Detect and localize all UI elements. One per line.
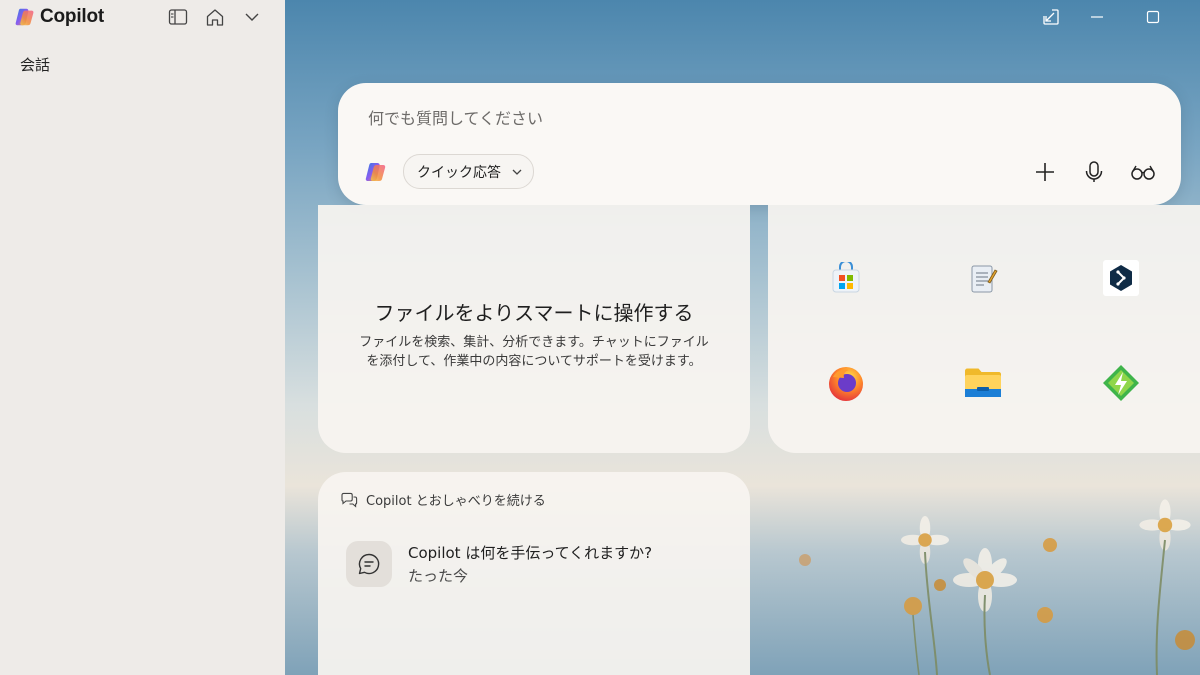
app-notepad[interactable]	[963, 258, 1003, 298]
conversations-heading: 会話	[20, 56, 51, 74]
chat-item-title: Copilot は何を手伝ってくれますか?	[408, 544, 653, 562]
prompt-input[interactable]	[368, 105, 1128, 131]
minimize-button[interactable]	[1085, 6, 1109, 28]
lightning-diamond-icon	[1103, 365, 1139, 401]
notepad-icon	[971, 265, 998, 293]
chat-bubbles-icon	[341, 492, 358, 508]
deepl-icon	[1103, 260, 1139, 296]
microphone-icon	[1085, 161, 1103, 182]
app-microsoft-store[interactable]	[826, 258, 866, 298]
add-attachment-button[interactable]	[1029, 157, 1061, 187]
app-deepl[interactable]	[1101, 258, 1141, 298]
home-button[interactable]	[203, 6, 227, 28]
response-mode-label: クイック応答	[417, 164, 501, 181]
app-firefox[interactable]	[826, 363, 866, 403]
home-icon	[206, 8, 224, 26]
app-launcher[interactable]	[1101, 363, 1141, 403]
prompt-composer: クイック応答	[338, 83, 1181, 205]
copilot-logo-icon	[15, 8, 34, 26]
microsoft-store-icon	[832, 262, 860, 293]
main-area: クイック応答 ファイルをより	[285, 0, 1200, 675]
arrow-in-box-icon	[1043, 9, 1059, 25]
files-card-title: ファイルをよりスマートに操作する	[374, 301, 694, 325]
sidebar-toggle-button[interactable]	[166, 6, 190, 28]
copilot-button[interactable]	[362, 159, 390, 185]
recent-chats-card: Copilot とおしゃべりを続ける Copilot は何を手伝ってくれますか?…	[318, 472, 750, 675]
chat-bubble-icon	[358, 553, 380, 575]
compact-mode-button[interactable]	[1039, 6, 1063, 28]
apps-card	[768, 205, 1200, 453]
files-card-description-line: を添付して、作業中の内容についてサポートを受けます。	[366, 354, 702, 369]
voice-input-button[interactable]	[1078, 157, 1110, 187]
copilot-logo-icon	[365, 163, 386, 181]
maximize-button[interactable]	[1141, 6, 1165, 28]
app-file-explorer[interactable]	[963, 363, 1003, 403]
response-mode-dropdown[interactable]: クイック応答	[403, 154, 534, 189]
recent-chats-header: Copilot とおしゃべりを続ける	[340, 490, 546, 509]
minimize-icon	[1091, 16, 1103, 18]
chevron-down-icon	[245, 13, 259, 21]
files-card-description-line: ファイルを検索、集計、分析できます。チャットにファイル	[359, 335, 709, 350]
chevron-down-icon	[512, 169, 522, 175]
vision-button[interactable]	[1127, 157, 1159, 187]
sidebar-panel-icon	[168, 9, 188, 25]
recent-chats-title: Copilot とおしゃべりを続ける	[366, 494, 546, 509]
chat-item-time: たった今	[408, 567, 469, 585]
chat-history-item[interactable]: Copilot は何を手伝ってくれますか? たった今	[346, 538, 726, 590]
expand-menu-button[interactable]	[240, 6, 264, 28]
files-card-description: ファイルを検索、集計、分析できます。チャットにファイル を添付して、作業中の内容…	[350, 333, 718, 371]
brand[interactable]: Copilot	[14, 6, 104, 28]
maximize-icon	[1146, 10, 1160, 24]
sidebar: Copilot 会話	[0, 0, 285, 675]
folder-icon	[965, 368, 1001, 397]
glasses-icon	[1131, 165, 1155, 180]
app-name: Copilot	[40, 6, 105, 27]
chat-item-icon-box	[346, 541, 392, 587]
files-feature-card[interactable]: ファイルをよりスマートに操作する ファイルを検索、集計、分析できます。チャットに…	[318, 205, 750, 453]
firefox-icon	[829, 367, 863, 401]
plus-icon	[1036, 163, 1054, 181]
